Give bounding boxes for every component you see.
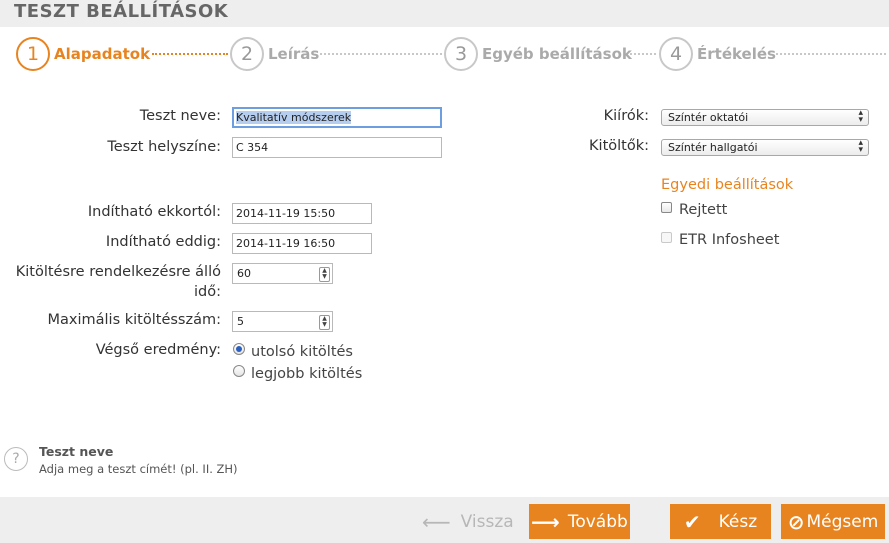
title-bar: TESZT BEÁLLÍTÁSOK xyxy=(0,0,889,27)
step-number: 1 xyxy=(16,37,50,71)
max-attempts-stepper[interactable]: 5 ▲ ▼ xyxy=(232,311,333,332)
radio-best-attempt[interactable] xyxy=(233,365,245,377)
hidden-checkbox[interactable] xyxy=(661,202,672,213)
done-button[interactable]: ✔ Kész xyxy=(670,504,771,539)
test-location-label: Teszt helyszíne: xyxy=(107,139,221,155)
help-text: Adja meg a teszt címét! (pl. II. ZH) xyxy=(39,462,238,476)
done-label: Kész xyxy=(718,511,758,532)
step-label: Egyéb beállítások xyxy=(482,45,632,63)
fillers-value: Színtér hallgatói xyxy=(668,141,758,154)
step-egyeb-beallitasok[interactable]: 3 Egyéb beállítások xyxy=(444,37,632,71)
select-arrows-icon: ▴ ▾ xyxy=(858,138,863,155)
stepper-arrows-icon[interactable]: ▲ ▼ xyxy=(319,315,330,330)
start-time-input[interactable]: 2014-11-19 15:50 xyxy=(232,203,372,224)
etr-infosheet-label: ETR Infosheet xyxy=(679,232,780,248)
step-ertekeles[interactable]: 4 Értékelés xyxy=(659,37,776,71)
test-name-input[interactable]: Kvalitatív módszerek xyxy=(232,107,442,128)
back-label: Vissza xyxy=(460,512,514,532)
announcers-value: Színtér oktatói xyxy=(668,111,749,124)
max-attempts-value: 5 xyxy=(237,315,244,328)
max-attempts-label: Maximális kitöltésszám: xyxy=(47,312,221,328)
custom-settings-title: Egyedi beállítások xyxy=(661,177,794,193)
radio-last-attempt-label: utolsó kitöltés xyxy=(251,344,353,360)
hidden-checkbox-label: Rejtett xyxy=(679,202,728,218)
step-number: 2 xyxy=(230,37,264,71)
stepper-arrows-icon[interactable]: ▲ ▼ xyxy=(319,267,330,282)
end-time-label: Indítható eddig: xyxy=(105,234,221,250)
step-number: 3 xyxy=(444,37,478,71)
step-label: Értékelés xyxy=(697,45,776,63)
end-time-input[interactable]: 2014-11-19 16:50 xyxy=(232,233,372,254)
cancel-circle-icon: ⊘ xyxy=(787,509,805,534)
arrow-left-icon: ⟵ xyxy=(422,510,451,534)
help-title: Teszt neve xyxy=(39,444,114,459)
duration-label-line1: Kitöltésre rendelkezésre álló xyxy=(15,264,221,280)
step-connector xyxy=(776,53,886,55)
select-arrows-icon: ▴ ▾ xyxy=(858,108,863,125)
test-name-value: Kvalitatív módszerek xyxy=(236,111,352,124)
fillers-label: Kitöltők: xyxy=(589,138,649,154)
question-icon: ? xyxy=(4,447,28,471)
start-time-label: Indítható ekkortól: xyxy=(87,204,221,220)
step-connector xyxy=(320,53,442,55)
next-label: Tovább xyxy=(567,511,628,532)
step-alapadatok[interactable]: 1 Alapadatok xyxy=(16,37,150,71)
step-leiras[interactable]: 2 Leírás xyxy=(230,37,319,71)
final-result-label: Végső eredmény: xyxy=(95,342,221,358)
test-name-label: Teszt neve: xyxy=(139,108,221,124)
duration-stepper[interactable]: 60 ▲ ▼ xyxy=(232,263,333,284)
next-button[interactable]: ⟶ Tovább xyxy=(529,504,630,539)
step-connector xyxy=(152,53,228,55)
duration-value: 60 xyxy=(237,267,251,280)
announcers-label: Kiírók: xyxy=(603,108,649,124)
fillers-select[interactable]: Színtér hallgatói ▴ ▾ xyxy=(661,139,869,156)
step-number: 4 xyxy=(659,37,693,71)
etr-infosheet-checkbox[interactable] xyxy=(661,232,672,243)
checkmark-icon: ✔ xyxy=(683,509,701,534)
cancel-button[interactable]: ⊘ Mégsem xyxy=(781,504,885,539)
window-title: TESZT BEÁLLÍTÁSOK xyxy=(14,1,229,22)
test-location-input[interactable]: C 354 xyxy=(232,137,442,158)
back-button[interactable]: ⟵ Vissza xyxy=(422,508,514,536)
announcers-select[interactable]: Színtér oktatói ▴ ▾ xyxy=(661,109,869,126)
duration-label-line2: idő: xyxy=(194,284,221,300)
arrow-right-icon: ⟶ xyxy=(531,509,560,534)
radio-last-attempt[interactable] xyxy=(233,343,245,355)
step-label: Alapadatok xyxy=(54,45,151,63)
cancel-label: Mégsem xyxy=(806,511,879,532)
step-label: Leírás xyxy=(268,45,320,63)
radio-best-attempt-label: legjobb kitöltés xyxy=(251,366,363,382)
